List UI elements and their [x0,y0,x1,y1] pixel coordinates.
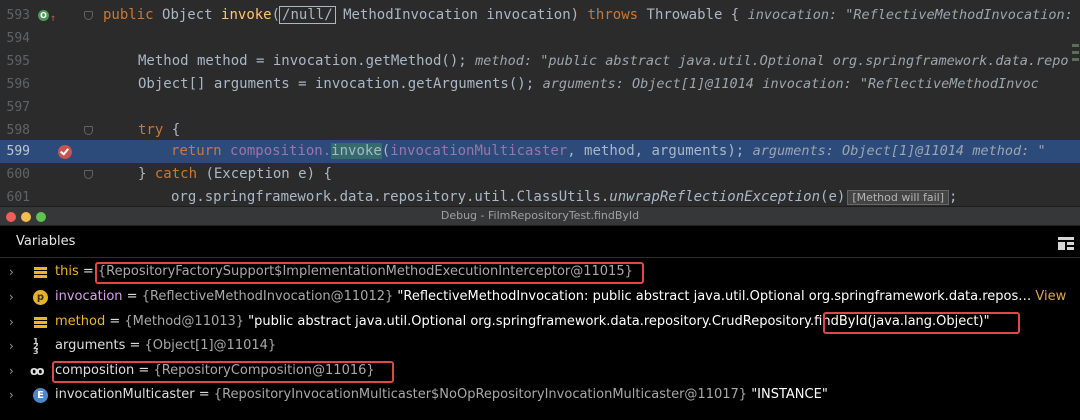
variable-row-invocation-multicaster[interactable]: › E invocationMulticaster = {RepositoryI… [0,383,1080,407]
code-line-595[interactable]: 595 Method method = invocation.getMethod… [0,50,1080,73]
line-number: 600 [6,167,30,182]
expand-arrow-icon[interactable]: › [9,285,14,309]
variable-name: invocationMulticaster [55,387,195,402]
highlighted-call: invoke [331,143,382,159]
variable-value: "INSTANCE" [747,387,828,402]
inline-debug-value: method: "public abstract java.util.Optio… [475,53,1069,69]
expand-arrow-icon[interactable]: › [9,359,14,383]
code-line-596[interactable]: 596 Object[] arguments = invocation.getA… [0,73,1080,96]
code-line-598[interactable]: 598 try { [0,119,1080,142]
annotation-box-composition [52,361,394,383]
parameter-icon: p [33,290,48,305]
annotation-box-this [95,262,644,284]
code-text: Object[] arguments = invocation.getArgum… [138,76,1039,92]
variable-ref: {Object[1]@11014} [144,338,277,353]
array-icon: 123 [33,337,39,356]
code-text: Method method = invocation.getMethod(); … [138,53,1069,69]
variable-ref: {Method@11013} [124,314,245,329]
expand-arrow-icon[interactable]: › [9,383,14,407]
variables-title: Variables [16,234,76,249]
variables-panel[interactable]: Variables › this = {RepositoryFactorySup… [0,226,1080,420]
line-number: 594 [6,31,30,46]
variable-name: arguments [55,338,126,353]
field-icon [33,265,48,280]
layout-settings-icon[interactable] [1058,237,1074,250]
debug-window-title: Debug - FilmRepositoryTest.findById [440,209,640,222]
line-number: 599 [6,144,30,159]
line-number: 597 [6,100,30,115]
annotation-box-findbyid [823,312,1020,334]
inline-debug-value: method: " [972,143,1046,159]
line-number: 596 [6,77,30,92]
debug-window-titlebar: Debug - FilmRepositoryTest.findById [0,206,1080,226]
expand-arrow-icon[interactable]: › [9,310,14,334]
variable-row-invocation[interactable]: › p invocation = {ReflectiveMethodInvoca… [0,285,1080,309]
view-link[interactable]: View [1031,289,1066,304]
variables-header: Variables [0,226,1080,258]
line-number: 595 [6,54,30,69]
inline-debug-value: invocation: "ReflectiveMethodInvoc [762,76,1039,92]
variable-name: invocation [55,289,123,304]
fold-icon[interactable] [84,126,93,135]
variable-value: "ReflectiveMethodInvocation: public abst… [393,289,1032,304]
variable-row-arguments[interactable]: › 123 arguments = {Object[1]@11014} [0,334,1080,358]
method-will-fail-badge: [Method will fail] [847,190,950,205]
line-number: 601 [6,190,30,205]
code-line-600[interactable]: 600 } catch (Exception e) { [0,163,1080,186]
code-text: public Object invoke(/null/ MethodInvoca… [103,6,1073,24]
fold-icon[interactable] [84,170,93,179]
variable-value: "public abstract java.util.Optional org.… [244,314,815,329]
line-number: 593 [6,8,30,23]
expand-arrow-icon[interactable]: › [9,334,14,358]
code-line-601[interactable]: 601 org.springframework.data.repository.… [0,186,1080,206]
fold-icon[interactable] [84,11,93,20]
code-text: return composition.invoke(invocationMult… [171,143,1046,159]
breakpoint-icon[interactable] [58,145,72,159]
expand-arrow-icon[interactable]: › [9,260,14,284]
code-line-594[interactable]: 594 [0,27,1080,50]
code-text: } catch (Exception e) { [138,166,332,182]
code-line-593[interactable]: 593 O ↑ public Object invoke(/null/ Meth… [0,4,1080,27]
enum-icon: E [33,388,48,403]
variable-ref: {ReflectiveMethodInvocation@11012} [141,289,394,304]
variable-ref: {RepositoryInvocationMulticaster$NoOpRep… [213,387,748,402]
code-text: org.springframework.data.repository.util… [171,189,958,205]
inline-debug-value: arguments: Object[1]@11014 [542,76,754,92]
implements-icon[interactable]: O [38,10,49,21]
inline-debug-value: arguments: Object[1]@11014 [752,143,964,159]
variable-name: method [55,314,106,329]
variable-name: this [55,264,79,279]
code-text: try { [138,122,181,138]
parameter-hint: /null/ [279,6,336,24]
error-stripe[interactable] [1070,40,1080,80]
line-number: 598 [6,123,30,138]
current-execution-line[interactable]: 599 return composition.invoke(invocation… [0,140,1080,163]
field-icon [33,315,48,330]
code-editor[interactable]: 593 O ↑ public Object invoke(/null/ Meth… [0,0,1080,206]
watch-icon: oo [30,364,45,378]
code-line-597[interactable]: 597 [0,96,1080,119]
inline-debug-value: invocation: "ReflectiveMethodInvocation: [747,7,1073,23]
